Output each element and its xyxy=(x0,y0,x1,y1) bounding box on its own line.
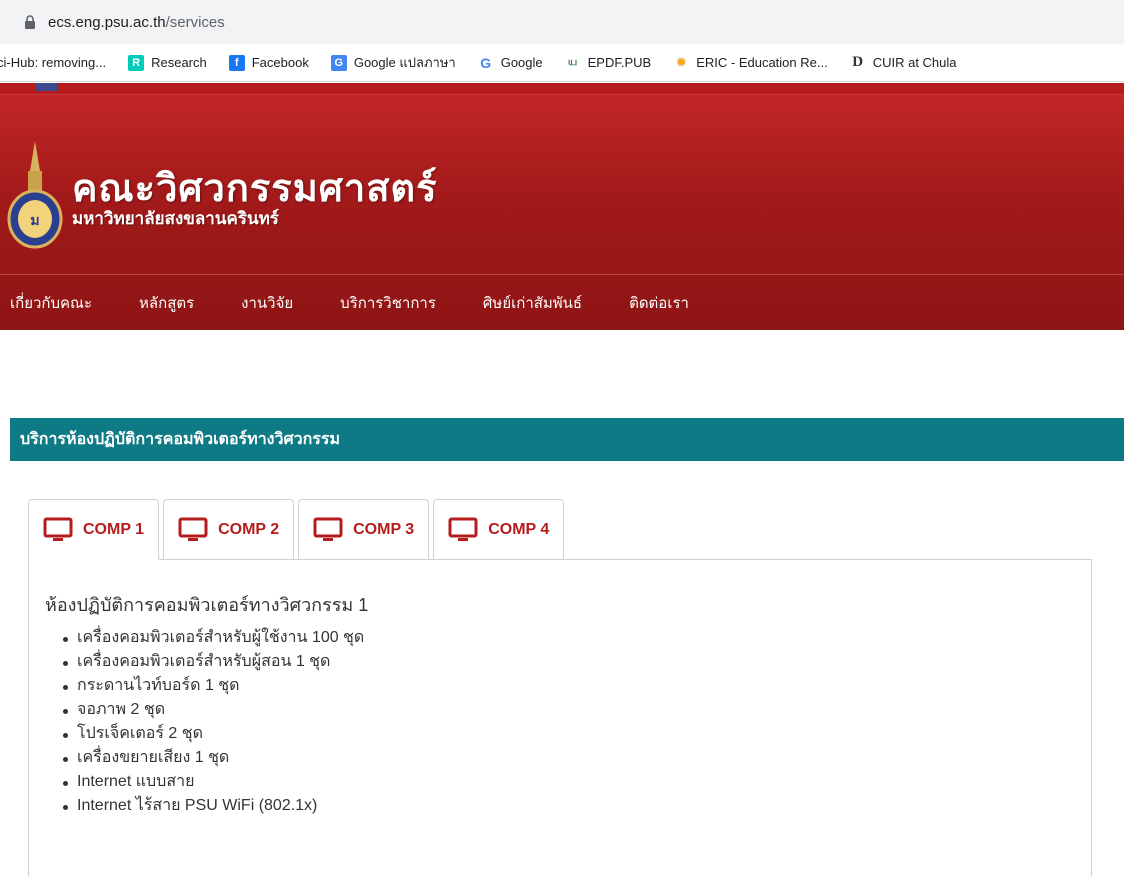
tab-comp-1[interactable]: COMP 1 xyxy=(28,499,160,560)
tab-panel: ห้องปฏิบัติการคอมพิวเตอร์ทางวิศวกรรม 1 เ… xyxy=(28,559,1092,876)
url-host: ecs.eng.psu.ac.th xyxy=(48,13,166,31)
list-item: โปรเจ็คเตอร์ 2 ชุด xyxy=(63,722,364,746)
bookmark-research[interactable]: R Research xyxy=(128,54,207,71)
list-item: กระดานไวท์บอร์ด 1 ชุด xyxy=(63,674,364,698)
bookmark-label: Google xyxy=(500,55,543,70)
university-subtitle: มหาวิทยาลัยสงขลานครินทร์ xyxy=(72,209,279,228)
researchgate-icon: R xyxy=(128,54,145,71)
bookmark-label: Research xyxy=(151,55,207,70)
site-header: ม คณะวิศวกรรมศาสตร์ มหาวิทยาลัยสงขลานคริ… xyxy=(0,83,1124,330)
lab-tabs: COMP 1 COMP 2 COMP 3 COMP 4 xyxy=(28,499,568,560)
list-item: เครื่องคอมพิวเตอร์สำหรับผู้ใช้งาน 100 ชุ… xyxy=(63,626,364,650)
nav-item-alumni[interactable]: ศิษย์เก่าสัมพันธ์ xyxy=(483,291,582,315)
eric-icon: ✹ xyxy=(675,54,688,70)
nav-item-services[interactable]: บริการวิชาการ xyxy=(340,291,436,315)
list-item: เครื่องคอมพิวเตอร์สำหรับผู้สอน 1 ชุด xyxy=(63,650,364,674)
nav-item-programs[interactable]: หลักสูตร xyxy=(139,291,194,315)
bookmark-label: ERIC - Education Re... xyxy=(696,55,828,70)
monitor-icon xyxy=(178,517,208,541)
monitor-icon xyxy=(313,517,343,541)
google-icon: G xyxy=(480,54,492,71)
bookmark-label: CUIR at Chula xyxy=(872,55,957,70)
section-heading-bar: บริการห้องปฏิบัติการคอมพิวเตอร์ทางวิศวกร… xyxy=(10,418,1124,461)
google-translate-icon: G xyxy=(330,54,347,71)
bookmark-eric[interactable]: ✹ ERIC - Education Re... xyxy=(673,54,828,71)
lab-title: ห้องปฏิบัติการคอมพิวเตอร์ทางวิศวกรรม 1 xyxy=(45,595,369,615)
top-strip xyxy=(0,83,1124,95)
bookmark-cuir[interactable]: D CUIR at Chula xyxy=(850,54,957,71)
bookmark-scihub[interactable]: ci-Hub: removing... xyxy=(0,55,106,70)
url-path: /services xyxy=(165,13,225,31)
equipment-list: เครื่องคอมพิวเตอร์สำหรับผู้ใช้งาน 100 ชุ… xyxy=(63,626,364,818)
bookmark-facebook[interactable]: f Facebook xyxy=(228,54,309,71)
tab-comp-2[interactable]: COMP 2 xyxy=(163,499,295,560)
bookmark-label: EPDF.PUB xyxy=(587,55,652,70)
list-item: Internet ไร้สาย PSU WiFi (802.1x) xyxy=(63,794,364,818)
svg-text:ม: ม xyxy=(30,213,39,229)
list-item: Internet แบบสาย xyxy=(63,770,364,794)
bookmark-epdf[interactable]: ய EPDF.PUB xyxy=(565,55,652,71)
bookmark-label: Google แปลภาษา xyxy=(353,55,456,70)
url-field[interactable]: ecs.eng.psu.ac.th/services xyxy=(14,7,1114,37)
monitor-icon xyxy=(448,517,478,541)
bookmark-google[interactable]: G Google xyxy=(478,54,543,71)
tab-comp-3[interactable]: COMP 3 xyxy=(298,499,430,560)
tab-label: COMP 2 xyxy=(218,521,280,538)
monitor-icon xyxy=(43,517,73,541)
nav-item-about[interactable]: เกี่ยวกับคณะ xyxy=(10,291,92,315)
list-item: จอภาพ 2 ชุด xyxy=(63,698,364,722)
section-title: บริการห้องปฏิบัติการคอมพิวเตอร์ทางวิศวกร… xyxy=(20,431,341,448)
main-nav: เกี่ยวกับคณะ หลักสูตร งานวิจัย บริการวิช… xyxy=(0,275,1124,330)
nav-item-research[interactable]: งานวิจัย xyxy=(241,291,293,315)
tab-label: COMP 3 xyxy=(353,521,415,538)
bookmark-google-translate[interactable]: G Google แปลภาษา xyxy=(330,52,456,73)
university-seal-icon: ม xyxy=(7,141,63,249)
nav-item-contact[interactable]: ติดต่อเรา xyxy=(629,291,689,315)
tab-label: COMP 4 xyxy=(488,521,550,538)
cuir-icon: D xyxy=(852,54,864,70)
bookmark-label: Facebook xyxy=(251,55,309,70)
facebook-icon: f xyxy=(228,54,245,71)
tab-label: COMP 1 xyxy=(83,520,145,538)
browser-address-bar: ecs.eng.psu.ac.th/services xyxy=(0,0,1124,44)
epdf-icon: ய xyxy=(567,55,578,68)
tab-comp-4[interactable]: COMP 4 xyxy=(433,499,565,560)
lock-icon xyxy=(25,15,35,29)
bookmark-label: ci-Hub: removing... xyxy=(0,55,107,70)
uk-flag-icon[interactable] xyxy=(36,83,58,91)
bookmarks-bar: ci-Hub: removing... R Research f Faceboo… xyxy=(0,44,1124,82)
list-item: เครื่องขยายเสียง 1 ชุด xyxy=(63,746,364,770)
